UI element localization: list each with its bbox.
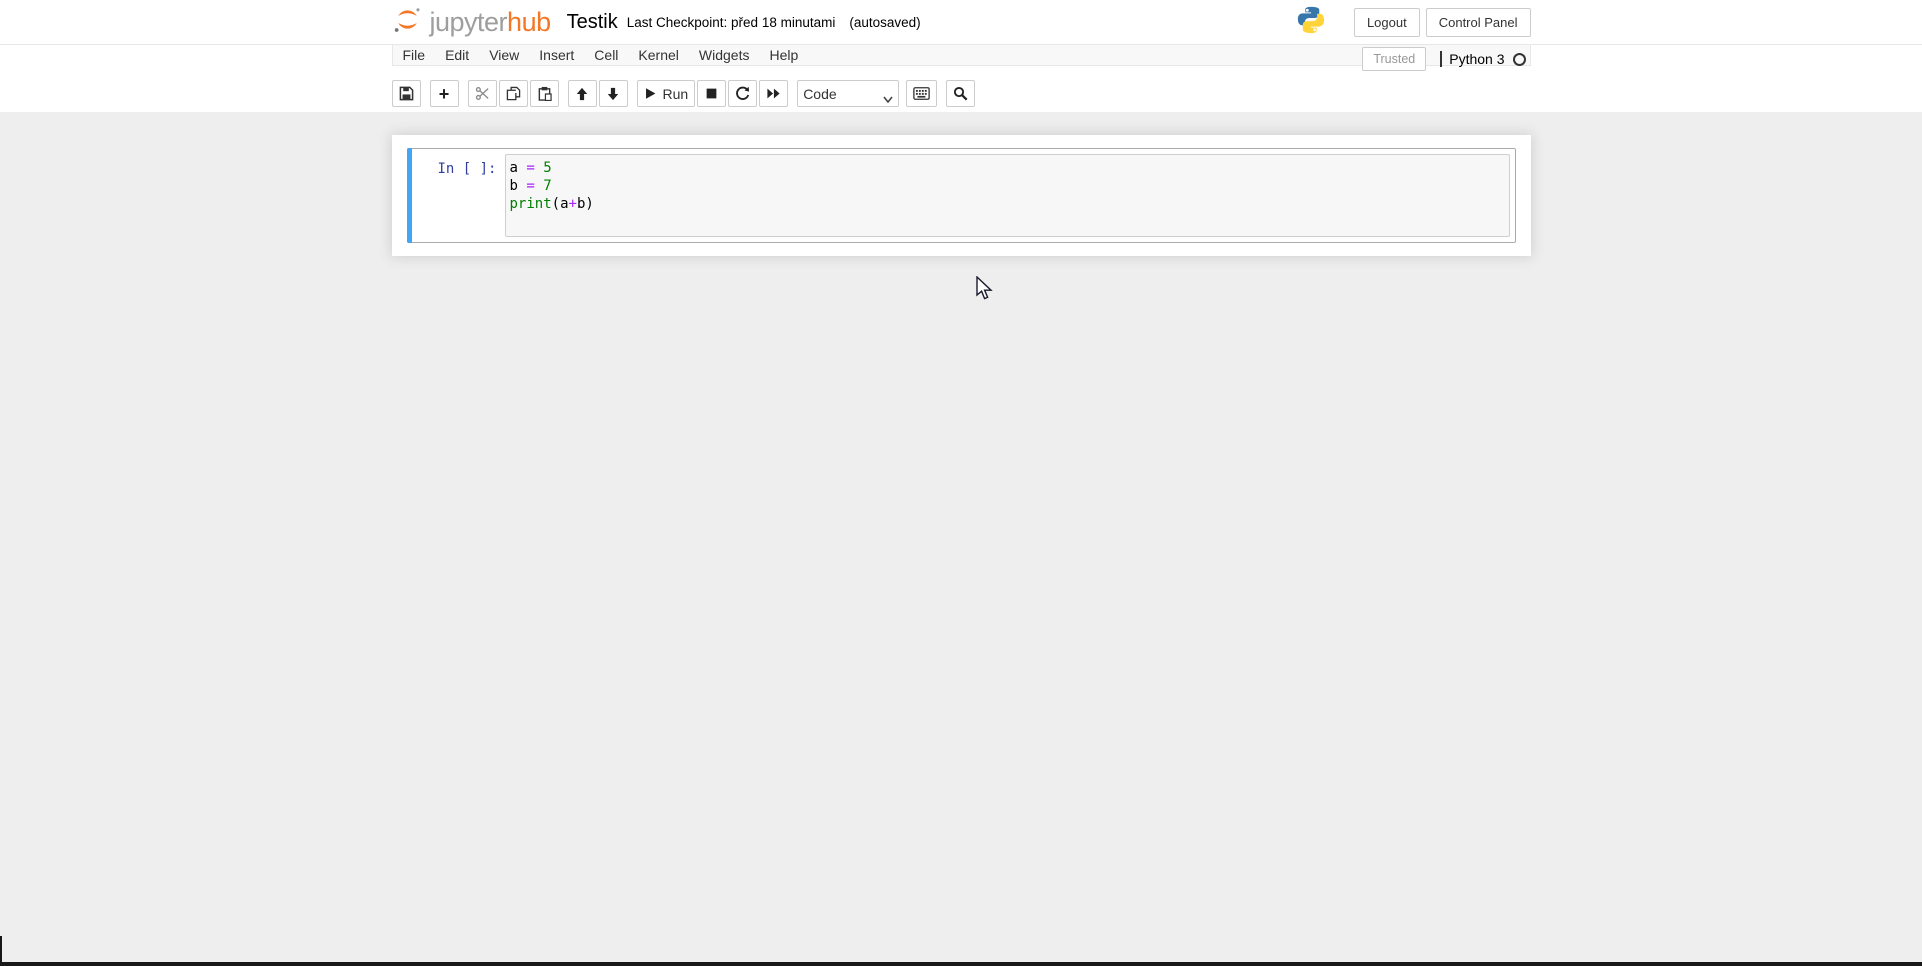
save-button[interactable] bbox=[392, 80, 421, 107]
menu-file[interactable]: File bbox=[393, 45, 436, 65]
cut-cell-button[interactable] bbox=[468, 80, 497, 107]
logo-text: jupyterhub bbox=[430, 7, 551, 38]
restart-kernel-icon bbox=[735, 86, 750, 101]
toolbar: + bbox=[392, 66, 1531, 107]
menu-cell[interactable]: Cell bbox=[584, 45, 628, 65]
logo-text-jupyter: jupyter bbox=[430, 7, 508, 37]
logo-text-hub: hub bbox=[507, 7, 551, 37]
selected-cell-indicator bbox=[407, 148, 412, 243]
kernel-idle-indicator-icon bbox=[1513, 53, 1526, 66]
jupyterhub-logo[interactable]: jupyterhub bbox=[392, 4, 551, 40]
menubar: File Edit View Insert Cell Kernel Widget… bbox=[392, 45, 1531, 66]
header: jupyterhub Testik Last Checkpoint: před … bbox=[0, 0, 1922, 112]
menu-help[interactable]: Help bbox=[759, 45, 808, 65]
menubar-row: File Edit View Insert Cell Kernel Widget… bbox=[0, 45, 1922, 66]
move-cell-up-button[interactable] bbox=[568, 80, 597, 107]
window-bottom-edge bbox=[0, 962, 1922, 966]
menu-kernel[interactable]: Kernel bbox=[628, 45, 688, 65]
menu-insert[interactable]: Insert bbox=[529, 45, 584, 65]
add-cell-button[interactable]: + bbox=[430, 80, 459, 107]
menu-widgets[interactable]: Widgets bbox=[689, 45, 760, 65]
code-line: b = 7 bbox=[510, 177, 1505, 195]
code-line: a = 5 bbox=[510, 159, 1505, 177]
notebook-title[interactable]: Testik bbox=[567, 11, 618, 34]
header-top-row: jupyterhub Testik Last Checkpoint: před … bbox=[0, 0, 1922, 45]
trusted-button[interactable]: Trusted bbox=[1362, 47, 1426, 71]
cut-icon bbox=[475, 86, 490, 101]
code-cell[interactable]: In [ ]: a = 5b = 7print(a+b) bbox=[407, 148, 1516, 243]
move-cell-down-button[interactable] bbox=[599, 80, 628, 107]
cell-type-select[interactable]: Code bbox=[797, 80, 899, 107]
run-button-label: Run bbox=[663, 86, 689, 102]
kernel-separator bbox=[1440, 51, 1442, 67]
stop-icon bbox=[705, 87, 718, 100]
notebook-area: In [ ]: a = 5b = 7print(a+b) bbox=[0, 112, 1922, 256]
control-panel-button[interactable]: Control Panel bbox=[1426, 8, 1531, 37]
restart-run-all-icon bbox=[766, 87, 781, 100]
cell-input-area[interactable]: a = 5b = 7print(a+b) bbox=[505, 154, 1510, 237]
move-down-icon bbox=[606, 87, 620, 101]
menu-view[interactable]: View bbox=[479, 45, 529, 65]
restart-run-all-button[interactable] bbox=[759, 80, 788, 107]
code-line: print(a+b) bbox=[510, 195, 1505, 213]
code-area[interactable]: a = 5b = 7print(a+b) bbox=[510, 159, 1505, 213]
autosave-status: (autosaved) bbox=[849, 15, 920, 30]
cell-type-dropdown-wrap: Code bbox=[797, 80, 899, 107]
command-palette-button[interactable] bbox=[906, 80, 937, 107]
window-left-edge bbox=[0, 936, 2, 966]
kernel-name: Python 3 bbox=[1449, 51, 1504, 67]
checkpoint-status: Last Checkpoint: před 18 minutami bbox=[627, 15, 836, 30]
notebook-container: In [ ]: a = 5b = 7print(a+b) bbox=[392, 135, 1531, 256]
toolbar-row: + bbox=[0, 66, 1922, 112]
jupyterhub-logo-icon bbox=[392, 4, 423, 40]
interrupt-kernel-button[interactable] bbox=[697, 80, 726, 107]
paste-icon bbox=[537, 86, 552, 101]
move-up-icon bbox=[575, 87, 589, 101]
restart-kernel-button[interactable] bbox=[728, 80, 757, 107]
save-icon bbox=[399, 86, 414, 101]
copy-cell-button[interactable] bbox=[499, 80, 528, 107]
search-icon bbox=[953, 86, 968, 101]
paste-cell-button[interactable] bbox=[530, 80, 559, 107]
logout-button[interactable]: Logout bbox=[1354, 8, 1420, 37]
add-cell-icon: + bbox=[439, 85, 450, 103]
cell-input-prompt: In [ ]: bbox=[413, 154, 505, 177]
menu-edit[interactable]: Edit bbox=[435, 45, 479, 65]
find-replace-button[interactable] bbox=[946, 80, 975, 107]
keyboard-icon bbox=[913, 87, 930, 100]
run-icon bbox=[644, 87, 657, 100]
python-logo-icon bbox=[1296, 5, 1326, 40]
run-cell-button[interactable]: Run bbox=[637, 80, 696, 107]
mouse-cursor-icon bbox=[975, 276, 995, 307]
copy-icon bbox=[506, 86, 521, 101]
